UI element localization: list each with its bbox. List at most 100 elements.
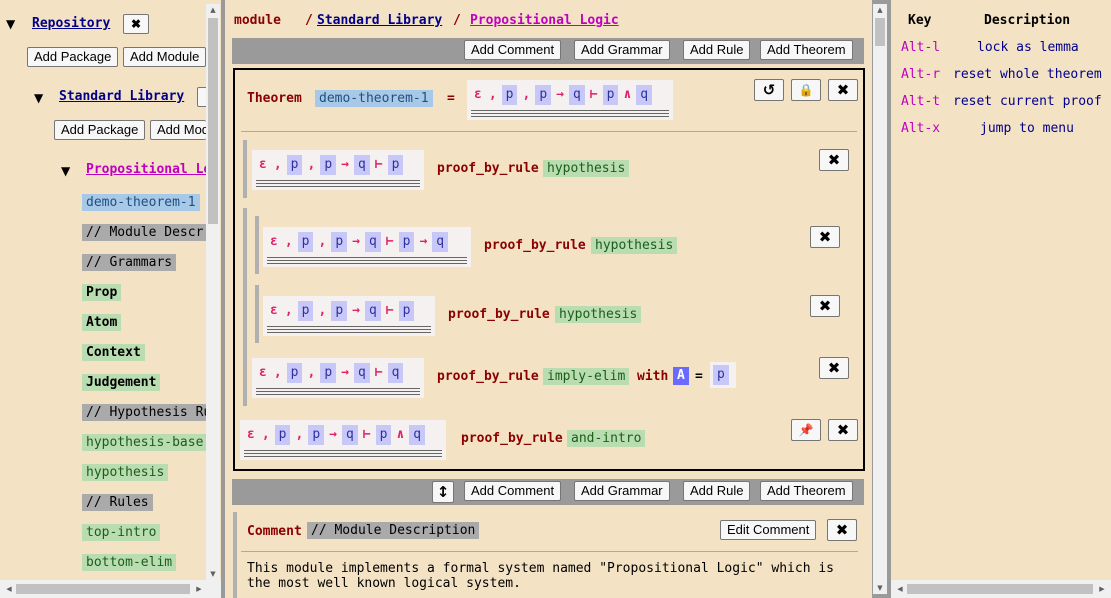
nav-top-intro[interactable]: top-intro: [82, 524, 161, 541]
var-q: q: [364, 232, 381, 252]
nav-prop[interactable]: Prop: [82, 284, 122, 301]
delete-proof-button[interactable]: ✖: [819, 357, 849, 379]
scroll-right-arrow[interactable]: ▶: [192, 583, 206, 595]
nav-hypothesis-base[interactable]: hypothesis-base: [82, 434, 206, 451]
scroll-left-arrow[interactable]: ◀: [893, 583, 907, 595]
add-module-button[interactable]: Add Module: [123, 47, 207, 67]
delete-proof-button[interactable]: ✖: [810, 226, 840, 248]
nav-demo-theorem[interactable]: demo-theorem-1: [82, 194, 200, 211]
resize-button[interactable]: ↕: [432, 481, 454, 503]
add-comment-button[interactable]: Add Comment: [464, 481, 562, 501]
comment-line: the most well known logical system.: [247, 576, 521, 591]
nav-hypothesis-rules[interactable]: // Hypothesis Ru: [82, 404, 206, 421]
scroll-left-arrow[interactable]: ◀: [2, 583, 16, 595]
add-rule-button[interactable]: Add Rule: [683, 481, 751, 501]
shortcut-description: reset current proof: [953, 94, 1102, 109]
left-horizontal-scrollbar[interactable]: ◀ ▶: [0, 580, 221, 598]
nav-module-description[interactable]: // Module Descr: [82, 224, 206, 241]
and: ∧: [623, 87, 632, 102]
rule-and-intro[interactable]: and-intro: [567, 430, 646, 447]
add-grammar-button[interactable]: Add Grammar: [574, 40, 670, 60]
breadcrumb-propositional-logic[interactable]: Propositional Logic: [470, 13, 619, 28]
var-p: p: [387, 155, 404, 175]
scroll-thumb-h[interactable]: [907, 584, 1093, 594]
scroll-down-arrow[interactable]: ▼: [206, 568, 220, 580]
arrow: →: [556, 87, 564, 102]
scroll-up-arrow[interactable]: ▲: [206, 4, 220, 16]
scroll-thumb[interactable]: [875, 18, 885, 46]
delete-proof-button[interactable]: ✖: [810, 295, 840, 317]
proof-by-rule-keyword: proof_by_rule: [437, 369, 539, 384]
add-grammar-button[interactable]: Add Grammar: [574, 481, 670, 501]
proof-by-rule-keyword: proof_by_rule: [448, 307, 550, 322]
rule-hypothesis[interactable]: hypothesis: [555, 306, 642, 323]
subst-variable[interactable]: A: [673, 367, 689, 385]
pin-button[interactable]: 📌: [791, 419, 821, 441]
breadcrumb-standard-library[interactable]: Standard Library: [317, 13, 442, 28]
nav-rules[interactable]: // Rules: [82, 494, 153, 511]
var-q: q: [353, 155, 370, 175]
delete-theorem-button[interactable]: ✖: [828, 79, 858, 101]
equals-sign: =: [447, 91, 455, 106]
nav-atom[interactable]: Atom: [82, 314, 122, 331]
comma: ,: [318, 303, 327, 318]
close-repository-button[interactable]: ✖: [123, 14, 149, 34]
shortcuts-panel: Key Description Alt-l lock as lemma Alt-…: [891, 0, 1111, 598]
stdlib-add-module-button[interactable]: Add Mod: [150, 120, 206, 140]
sequent-2[interactable]: ε, p, p → q ⊢ p → q: [263, 227, 471, 267]
collapse-repository-icon[interactable]: ▼: [6, 17, 15, 31]
proof-bracket: [255, 216, 259, 274]
nav-judgement[interactable]: Judgement: [82, 374, 161, 391]
nav-bottom-elim[interactable]: bottom-elim: [82, 554, 177, 571]
stdlib-add-package-button[interactable]: Add Package: [54, 120, 146, 140]
sequent-3[interactable]: ε, p, p → q ⊢ p: [263, 296, 435, 336]
rule-hypothesis[interactable]: hypothesis: [591, 237, 678, 254]
add-comment-button[interactable]: Add Comment: [464, 40, 562, 60]
collapse-proplogic-icon[interactable]: ▼: [61, 164, 70, 178]
sequent-5[interactable]: ε, p, p → q ⊢ p ∧ q: [240, 420, 446, 460]
propositional-logic-link[interactable]: Propositional Lo: [86, 162, 211, 177]
nav-hypothesis[interactable]: hypothesis: [82, 464, 169, 481]
subst-value[interactable]: p: [710, 362, 736, 388]
lock-lemma-button[interactable]: 🔒: [791, 79, 821, 101]
shortcut-key: Alt-l: [901, 40, 941, 55]
add-theorem-button[interactable]: Add Theorem: [760, 481, 853, 501]
add-theorem-button[interactable]: Add Theorem: [760, 40, 853, 60]
delete-proof-button[interactable]: ✖: [819, 149, 849, 171]
proof-bracket: [255, 285, 259, 343]
var-p: p: [331, 232, 348, 252]
repository-link[interactable]: Repository: [32, 16, 110, 31]
shortcut-description: lock as lemma: [977, 40, 1079, 55]
turnstile: ⊢: [362, 427, 371, 442]
delete-comment-button[interactable]: ✖: [827, 519, 857, 541]
scroll-up-arrow[interactable]: ▲: [873, 4, 887, 16]
edit-comment-button[interactable]: Edit Comment: [720, 520, 817, 540]
add-rule-button[interactable]: Add Rule: [683, 40, 751, 60]
collapse-stdlib-icon[interactable]: ▼: [34, 91, 43, 105]
scroll-right-arrow[interactable]: ▶: [1095, 583, 1109, 595]
sequent-4[interactable]: ε, p, p → q ⊢ q: [252, 358, 424, 398]
rule-imply-elim[interactable]: imply-elim: [543, 368, 630, 385]
proof-by-rule-keyword: proof_by_rule: [484, 238, 586, 253]
comment-title[interactable]: // Module Description: [307, 522, 480, 539]
and: ∧: [396, 427, 405, 442]
sequent-1[interactable]: ε, p, p → q ⊢ p: [252, 150, 424, 190]
nav-grammars[interactable]: // Grammars: [82, 254, 177, 271]
rule-hypothesis[interactable]: hypothesis: [543, 160, 630, 177]
close-icon: ✖: [827, 151, 841, 169]
scroll-down-arrow[interactable]: ▼: [873, 582, 887, 594]
turnstile: ⊢: [385, 303, 394, 318]
editor-vertical-scrollbar[interactable]: ▲ ▼: [873, 4, 887, 594]
scroll-thumb[interactable]: [208, 18, 218, 224]
add-package-button[interactable]: Add Package: [27, 47, 119, 67]
delete-proof-button[interactable]: ✖: [828, 419, 858, 441]
resize-icon: ↕: [436, 483, 450, 501]
right-horizontal-scrollbar[interactable]: ◀ ▶: [891, 580, 1111, 598]
scroll-thumb-h[interactable]: [16, 584, 190, 594]
nav-context[interactable]: Context: [82, 344, 145, 361]
theorem-name[interactable]: demo-theorem-1: [315, 90, 433, 107]
reset-theorem-button[interactable]: ↺: [754, 79, 784, 101]
theorem-sequent[interactable]: ε, p, p → q ⊢ p ∧ q: [467, 80, 673, 120]
standard-library-link[interactable]: Standard Library: [59, 89, 184, 104]
left-vertical-scrollbar[interactable]: ▲ ▼: [206, 4, 220, 580]
